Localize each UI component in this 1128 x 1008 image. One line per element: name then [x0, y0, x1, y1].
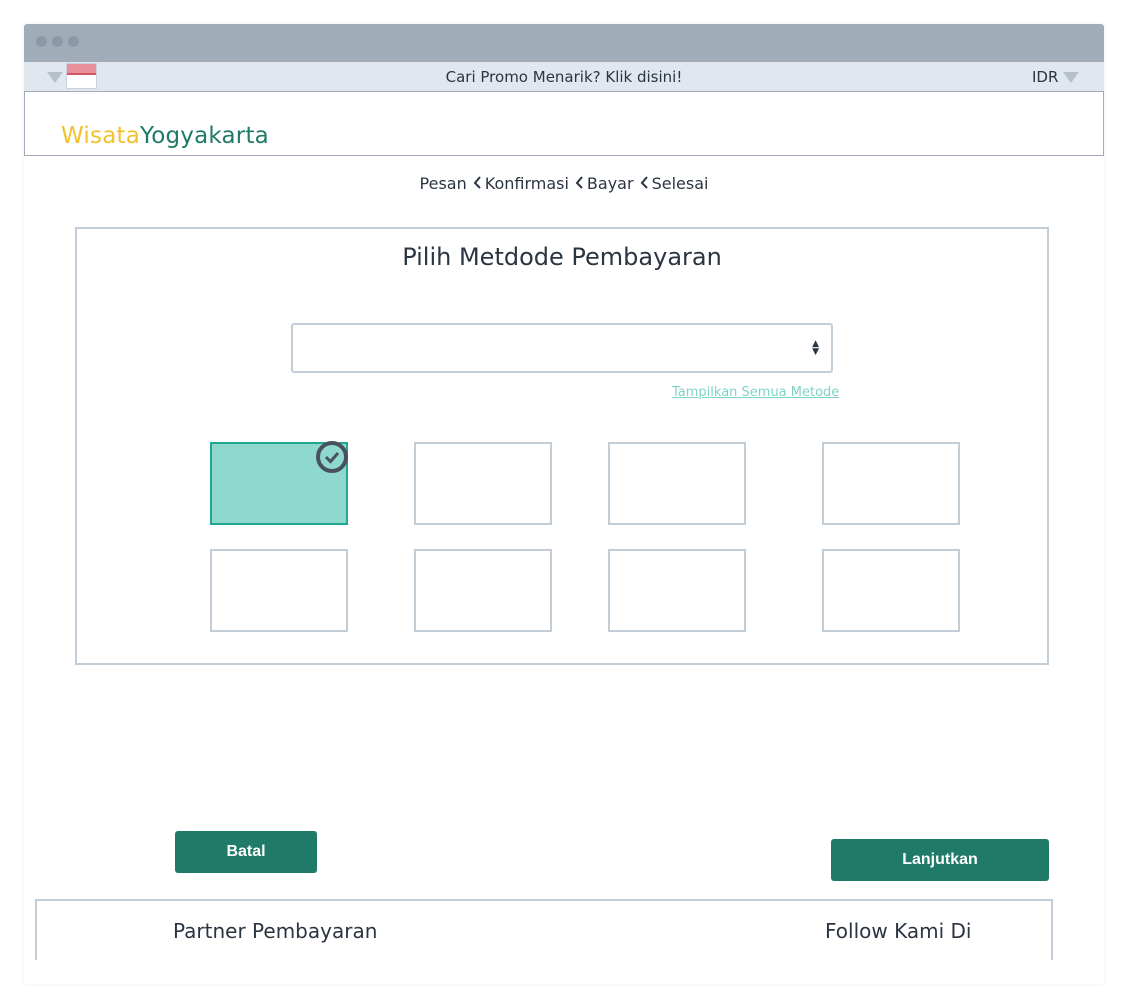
window-control-dot[interactable]	[68, 36, 79, 47]
payment-option[interactable]	[608, 549, 746, 632]
window-control-dot[interactable]	[52, 36, 63, 47]
checkout-breadcrumb: Pesan Konfirmasi Bayar Selesai	[24, 174, 1104, 193]
footer-follow-us: Follow Kami Di	[825, 919, 972, 943]
payment-option[interactable]	[414, 442, 552, 525]
select-arrows-icon: ▲ ▼	[812, 339, 819, 357]
check-circle-icon	[316, 441, 348, 473]
site-logo[interactable]: WisataYogyakarta	[61, 123, 269, 149]
currency-dropdown-icon[interactable]	[1063, 72, 1079, 83]
payment-option[interactable]	[608, 442, 746, 525]
browser-window: Cari Promo Menarik? Klik disini! IDR Wis…	[24, 24, 1104, 984]
payment-option[interactable]	[822, 442, 960, 525]
step-bayar: Bayar	[586, 174, 634, 193]
payment-option[interactable]	[414, 549, 552, 632]
footer-payment-partners: Partner Pembayaran	[173, 919, 378, 943]
step-selesai: Selesai	[651, 174, 709, 193]
logo-part-wisata: Wisata	[61, 123, 141, 149]
show-all-methods-link[interactable]: Tampilkan Semua Metode	[672, 385, 839, 400]
payment-option[interactable]	[822, 549, 960, 632]
payment-title: Pilih Metdode Pembayaran	[402, 243, 722, 271]
currency-selector[interactable]: IDR	[1032, 62, 1058, 92]
title-bar	[24, 24, 1104, 62]
payment-method-card: Pilih Metdode Pembayaran ▲ ▼ Tampilkan Se…	[75, 227, 1049, 665]
window-control-dot[interactable]	[36, 36, 47, 47]
cancel-button[interactable]: Batal	[175, 831, 317, 873]
payment-option-selected[interactable]	[210, 441, 348, 525]
logo-part-yogyakarta: Yogyakarta	[140, 123, 269, 149]
site-footer: Partner Pembayaran Follow Kami Di	[35, 899, 1053, 960]
step-konfirmasi: Konfirmasi	[484, 174, 569, 193]
chevron-left-icon	[574, 174, 584, 193]
chevron-left-icon	[639, 174, 649, 193]
promo-bar: Cari Promo Menarik? Klik disini! IDR	[24, 62, 1104, 92]
payment-option[interactable]	[210, 549, 348, 632]
promo-link[interactable]: Cari Promo Menarik? Klik disini!	[24, 62, 1104, 92]
site-header: WisataYogyakarta	[24, 92, 1104, 156]
payment-method-select[interactable]: ▲ ▼	[291, 323, 833, 373]
step-pesan: Pesan	[419, 174, 467, 193]
continue-button[interactable]: Lanjutkan	[831, 839, 1049, 881]
chevron-left-icon	[472, 174, 482, 193]
